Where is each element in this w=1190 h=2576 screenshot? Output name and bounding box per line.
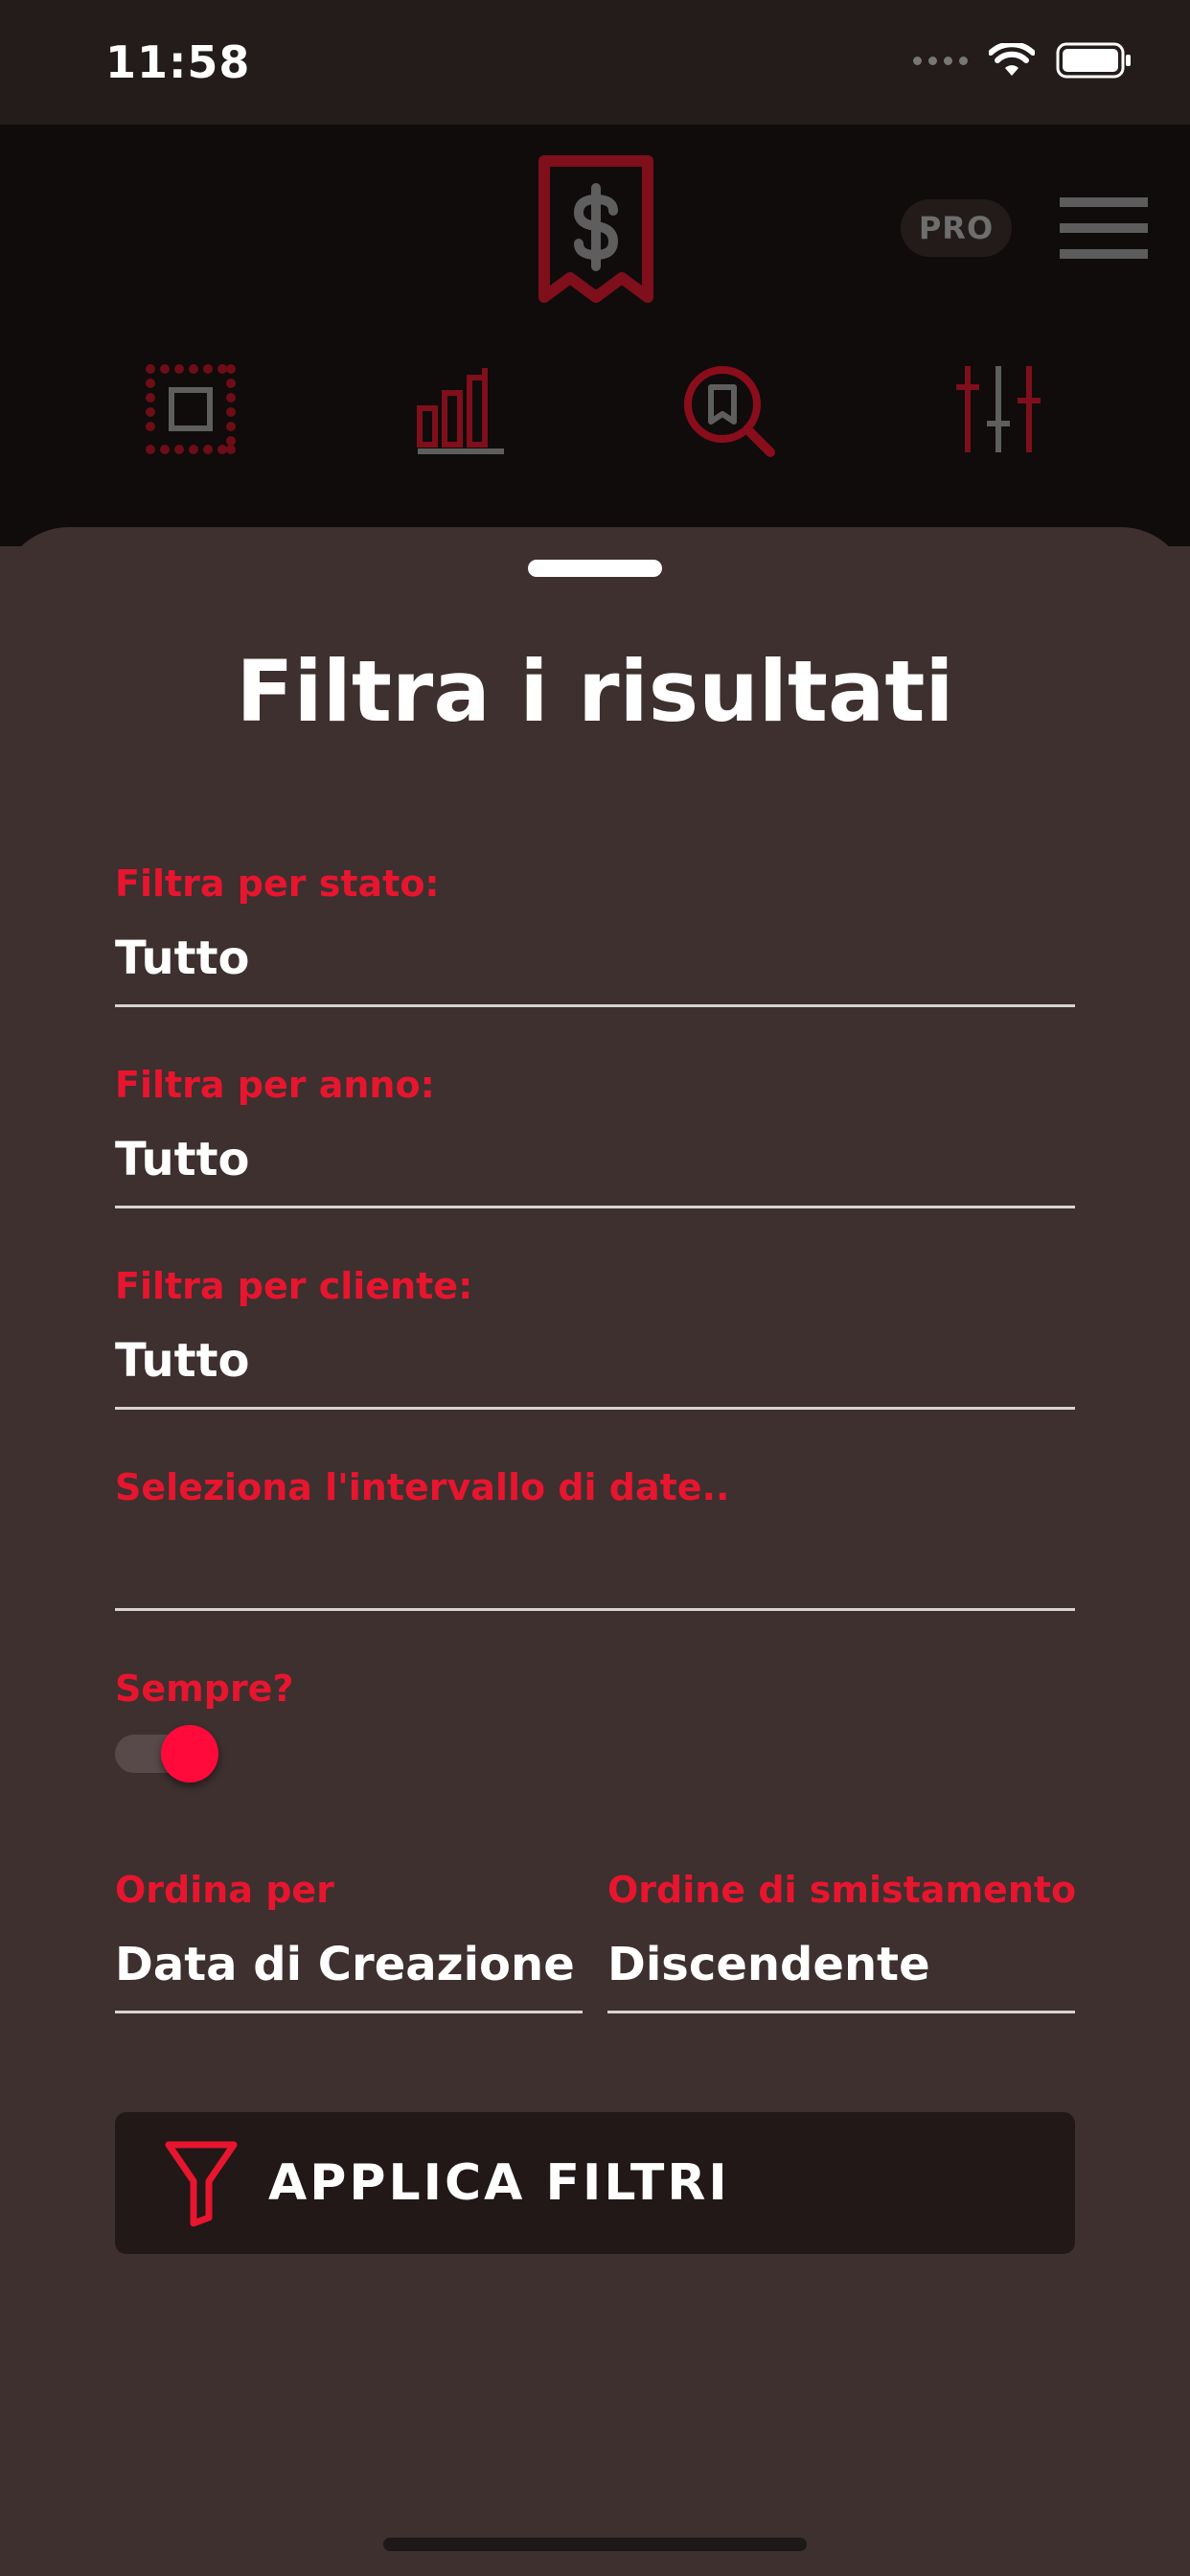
status-icons (913, 42, 1133, 79)
year-filter-select[interactable]: Tutto (115, 1133, 250, 1186)
year-filter-underline (115, 1206, 1075, 1208)
select-square-icon[interactable] (146, 364, 236, 454)
sort-order-select[interactable]: Discendente (607, 1938, 930, 1991)
status-bar: 11:58 (0, 0, 1190, 125)
funnel-icon (163, 2139, 240, 2227)
wifi-icon (989, 43, 1035, 76)
home-indicator[interactable] (383, 2538, 807, 2551)
always-toggle-label: Sempre? (115, 1668, 294, 1710)
status-filter-underline (115, 1004, 1075, 1007)
client-filter-label: Filtra per cliente: (115, 1265, 473, 1307)
always-toggle-knob[interactable] (161, 1725, 218, 1782)
date-range-label[interactable]: Seleziona l'intervallo di date.. (115, 1466, 729, 1508)
status-time: 11:58 (105, 36, 251, 88)
signal-icon (913, 56, 968, 65)
status-filter-select[interactable]: Tutto (115, 932, 250, 985)
date-range-underline (115, 1608, 1075, 1611)
status-filter-label: Filtra per stato: (115, 862, 440, 905)
battery-icon (1056, 42, 1131, 79)
sort-order-underline (607, 2011, 1075, 2013)
year-filter-label: Filtra per anno: (115, 1064, 435, 1106)
apply-filters-button[interactable]: APPLICA FILTRI (115, 2112, 1075, 2254)
client-filter-underline (115, 1407, 1075, 1410)
bar-chart-icon[interactable] (416, 364, 506, 454)
receipt-dollar-icon[interactable] (537, 153, 655, 307)
sliders-icon[interactable] (954, 364, 1042, 454)
sort-by-underline (115, 2011, 583, 2013)
sheet-grabber[interactable] (528, 560, 662, 577)
pro-badge[interactable]: PRO (901, 199, 1012, 257)
apply-filters-label: APPLICA FILTRI (268, 2154, 730, 2212)
hamburger-menu-icon[interactable] (1060, 197, 1148, 259)
search-receipt-icon[interactable] (682, 364, 778, 460)
sheet-title: Filtra i risultati (236, 642, 954, 741)
filter-sheet (0, 527, 1190, 2576)
sort-by-select[interactable]: Data di Creazione (115, 1938, 575, 1991)
sort-order-label: Ordine di smistamento (607, 1869, 1077, 1911)
sort-by-label: Ordina per (115, 1869, 334, 1911)
client-filter-select[interactable]: Tutto (115, 1334, 250, 1388)
